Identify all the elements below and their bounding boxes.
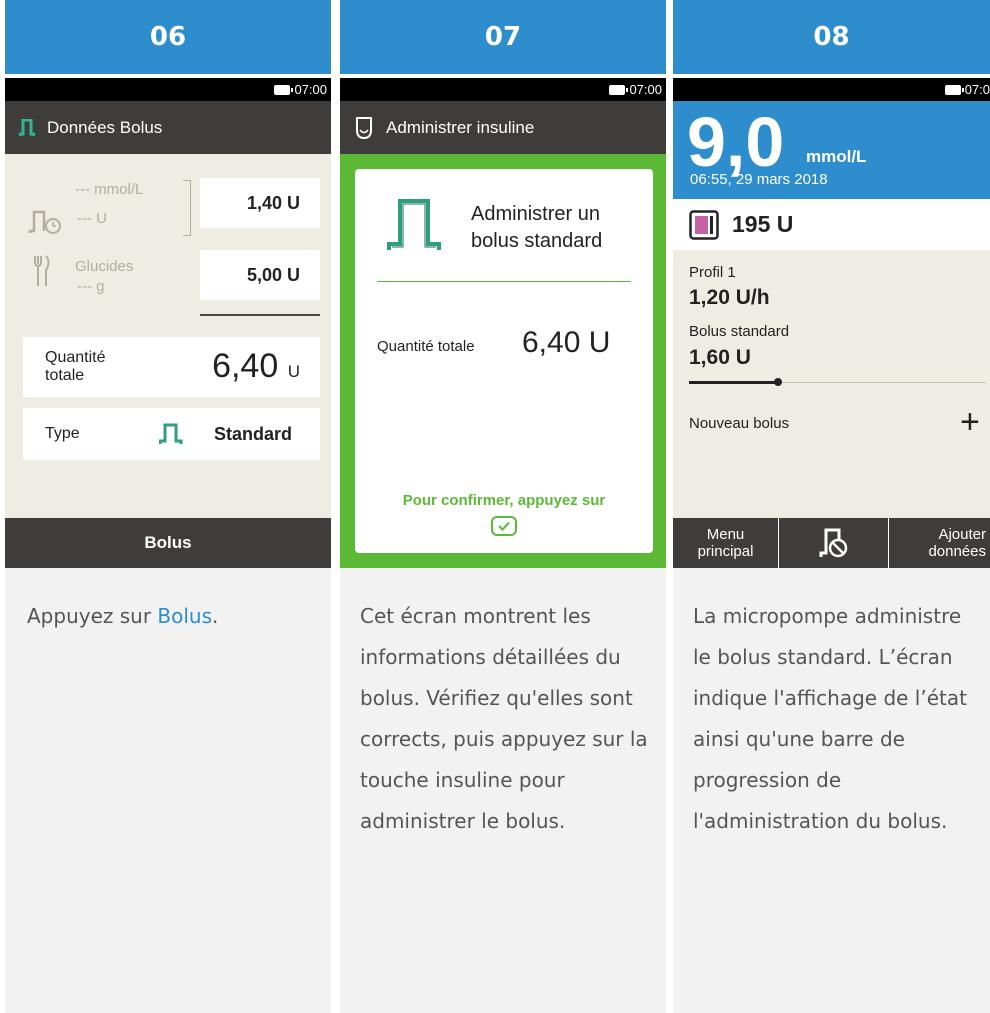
total-label: Quantité totale bbox=[45, 349, 106, 384]
clock: 07:00 bbox=[629, 82, 662, 97]
status-panel: Profil 1 1,20 U/h Bolus standard 1,60 U … bbox=[673, 250, 990, 518]
step-number: 07 bbox=[340, 0, 666, 74]
standard-bolus-icon bbox=[19, 118, 35, 136]
glucose-panel: 9,0 mmol/L 06:55, 29 mars 2018 bbox=[673, 101, 990, 199]
type-label: Type bbox=[45, 425, 80, 442]
bracket bbox=[183, 180, 191, 236]
basal-rate: 1,20 U/h bbox=[689, 286, 770, 309]
status-bar: 07:00 bbox=[340, 78, 666, 101]
battery-icon bbox=[609, 84, 629, 95]
reservoir-value: 195 U bbox=[732, 211, 794, 237]
instruction-text: Cet écran montrent les informations déta… bbox=[340, 568, 666, 1013]
bolus-calc-icon bbox=[28, 210, 61, 234]
step-number: 08 bbox=[673, 0, 990, 74]
insulin-placeholder: --- U bbox=[77, 210, 107, 227]
fork-knife-icon bbox=[34, 255, 50, 286]
bolus-link: Bolus bbox=[157, 604, 213, 628]
status-bar: 07:00 bbox=[5, 78, 331, 101]
main-menu-button[interactable]: Menu principal bbox=[673, 518, 779, 568]
phone-screen: 07:00 Données Bolus --- mmol/L --- U 1,4… bbox=[5, 78, 331, 568]
type-value: Standard bbox=[213, 424, 292, 444]
confirm-check-icon[interactable] bbox=[491, 516, 517, 536]
bolus-form: --- mmol/L --- U 1,40 U Glucides --- g 5… bbox=[5, 154, 331, 518]
check-icon bbox=[498, 521, 510, 531]
battery-icon bbox=[944, 84, 964, 95]
glucose-unit: mmol/L bbox=[806, 147, 867, 166]
title-bar: Administrer insuline bbox=[340, 101, 666, 154]
carbs-value[interactable]: 5,00 U bbox=[200, 250, 320, 300]
page-title: Données Bolus bbox=[47, 117, 163, 137]
phone-screen: 07:0 9,0 mmol/L 06:55, 29 mars 2018 195 … bbox=[673, 78, 990, 568]
confirm-card: Administrer un bolus standard Quantité to… bbox=[355, 169, 653, 553]
total-value: 6,40 U bbox=[522, 326, 611, 359]
bolus-amount: 1,60 U bbox=[689, 346, 751, 369]
clock: 07:00 bbox=[294, 82, 327, 97]
bg-placeholder: --- mmol/L bbox=[75, 181, 144, 198]
instruction-text: La micropompe administre le bolus standa… bbox=[673, 568, 990, 1013]
glucose-timestamp: 06:55, 29 mars 2018 bbox=[690, 171, 828, 188]
profile-name: Profil 1 bbox=[689, 264, 736, 281]
battery-icon bbox=[274, 84, 294, 95]
bottom-menu: Menu principal Ajouter données bbox=[673, 518, 990, 568]
carbs-placeholder: --- g bbox=[77, 278, 105, 295]
step-07-column: 07 07:00 Administrer insuline Administre… bbox=[340, 0, 666, 1013]
add-data-button[interactable]: Ajouter données bbox=[890, 518, 990, 568]
carbs-label: Glucides bbox=[75, 258, 134, 275]
status-bar: 07:0 bbox=[673, 78, 990, 101]
standard-bolus-icon bbox=[387, 199, 441, 250]
step-08-column: 08 07:0 9,0 mmol/L 06:55, 29 mars 2018 1… bbox=[673, 0, 990, 1013]
page-title: Administrer insuline bbox=[386, 117, 535, 137]
confirm-panel: Administrer un bolus standard Quantité to… bbox=[340, 154, 666, 568]
total-box: Quantité totale 6,40 U bbox=[23, 337, 320, 397]
glucose-value: 9,0 bbox=[687, 103, 785, 181]
bolus-button[interactable]: Bolus bbox=[5, 518, 331, 568]
title-bar: Données Bolus bbox=[5, 101, 331, 154]
progress-knob bbox=[774, 378, 782, 386]
insulin-drop-icon bbox=[356, 116, 372, 139]
card-divider bbox=[377, 281, 631, 282]
phone-screen: 07:00 Administrer insuline Administrer u… bbox=[340, 78, 666, 568]
clock: 07:0 bbox=[964, 82, 990, 97]
step-06-column: 06 07:00 Données Bolus --- mmol/L --- U … bbox=[5, 0, 331, 1013]
card-title: Administrer un bolus standard bbox=[471, 203, 603, 252]
step-number: 06 bbox=[5, 0, 331, 74]
total-label: Quantité totale bbox=[377, 338, 475, 355]
stop-bolus-icon bbox=[819, 528, 848, 558]
type-box[interactable]: Type Standard bbox=[23, 408, 320, 460]
correction-value[interactable]: 1,40 U bbox=[200, 178, 320, 228]
stop-bolus-button[interactable] bbox=[780, 518, 889, 568]
reservoir-icon bbox=[689, 210, 719, 240]
bolus-type: Bolus standard bbox=[689, 323, 790, 340]
total-value: 6,40 U bbox=[212, 347, 300, 385]
progress-fill bbox=[689, 381, 778, 384]
reservoir-row: 195 U bbox=[673, 199, 990, 250]
standard-bolus-icon bbox=[159, 423, 183, 444]
new-bolus-label: Nouveau bolus bbox=[689, 415, 790, 432]
confirm-text: Pour confirmer, appuyez sur bbox=[402, 492, 606, 509]
plus-icon[interactable]: + bbox=[960, 404, 980, 440]
sum-divider bbox=[200, 314, 320, 316]
instruction-text: Appuyez sur Bolus. bbox=[5, 568, 331, 1013]
